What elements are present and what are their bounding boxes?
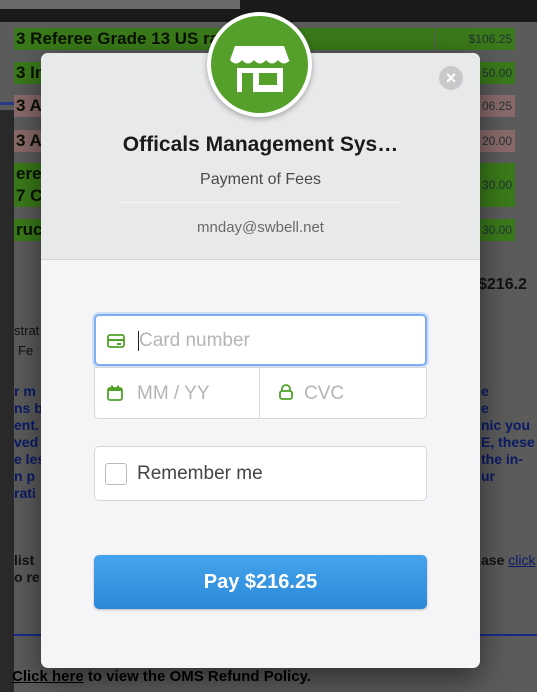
refund-policy-link[interactable]: Click here	[12, 668, 84, 685]
background-text: the in-	[481, 451, 523, 467]
remember-me-label: Remember me	[137, 463, 263, 484]
card-number-placeholder: Card number	[139, 330, 250, 351]
cvc-input[interactable]: CVC	[259, 367, 427, 419]
background-text: o re	[14, 569, 40, 585]
card-number-input[interactable]: Card number	[94, 314, 427, 366]
header-divider	[121, 202, 400, 203]
expiry-placeholder: MM / YY	[137, 383, 210, 404]
pay-button[interactable]: Pay $216.25	[94, 555, 427, 609]
background-text: E, these	[481, 434, 535, 450]
expiry-input[interactable]: MM / YY	[94, 367, 260, 419]
background-text: rati	[14, 485, 36, 501]
fee-amount: $106.25	[435, 28, 515, 50]
merchant-subtitle: Payment of Fees	[200, 171, 321, 188]
background-text: e	[481, 400, 489, 416]
background-text: ent.	[14, 417, 39, 433]
payment-modal: × Officals Management Sys… Payment of Fe…	[41, 53, 480, 668]
close-icon[interactable]: ×	[439, 66, 463, 90]
storefront-icon	[230, 46, 290, 92]
refund-policy-text: Click here to view the OMS Refund Policy…	[12, 668, 311, 685]
remember-me-toggle[interactable]: Remember me	[94, 446, 427, 501]
background-text: list	[14, 552, 35, 568]
background-text: ase click	[481, 552, 536, 568]
calendar-icon	[107, 385, 123, 401]
user-email: mnday@swbell.net	[197, 219, 324, 236]
background-text: ved	[14, 434, 39, 450]
background-total: $216.2	[478, 276, 527, 293]
cvc-placeholder: CVC	[304, 383, 345, 404]
background-text: ns b	[14, 400, 43, 416]
background-text: Fe	[18, 343, 34, 358]
credit-card-icon	[107, 334, 125, 348]
background-text: e	[481, 383, 489, 399]
merchant-logo	[207, 12, 312, 117]
background-text: strat	[14, 323, 40, 338]
merchant-title: Officals Management Sys…	[122, 133, 399, 156]
background-text: n p	[14, 468, 35, 484]
lock-icon	[279, 384, 293, 400]
background-text: r m	[14, 383, 36, 399]
background-text: ur	[481, 468, 495, 484]
background-side-strip	[0, 110, 14, 692]
background-link[interactable]: click	[508, 552, 535, 568]
background-text: nic you	[481, 417, 531, 433]
remember-me-checkbox[interactable]	[105, 463, 127, 485]
